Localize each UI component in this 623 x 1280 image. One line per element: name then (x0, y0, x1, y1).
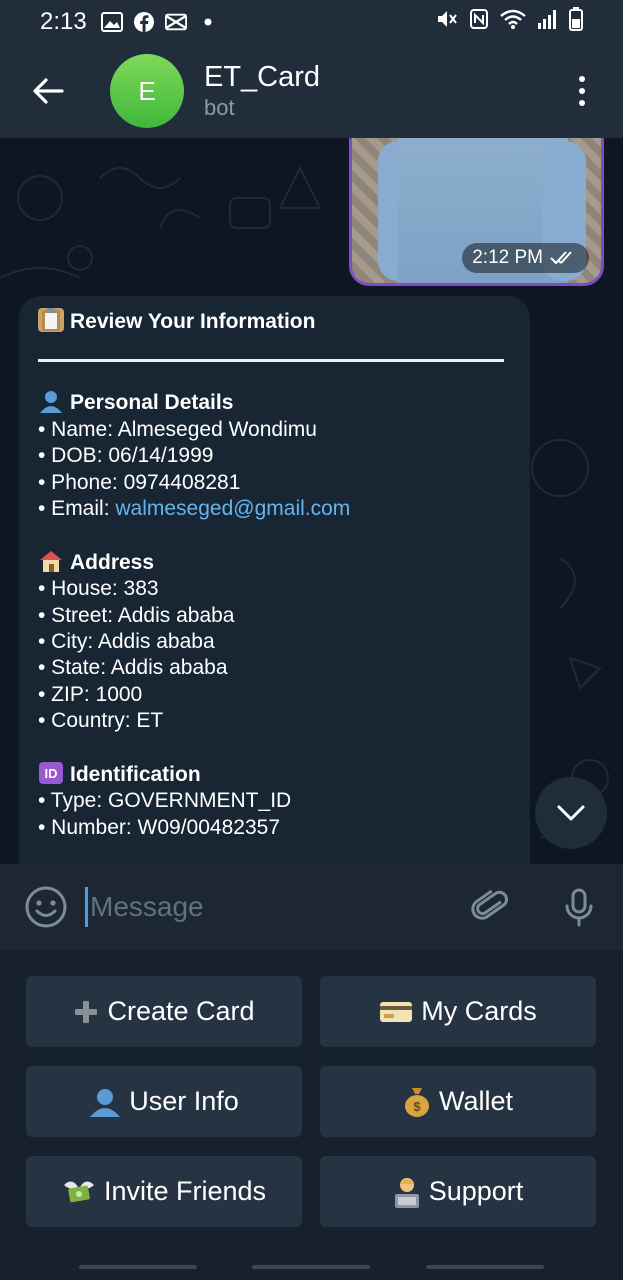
user-silhouette-icon (38, 389, 64, 414)
divider (38, 359, 504, 363)
id-number-line: • Number: W09/00482357 (38, 815, 280, 839)
section-heading: Personal Details (38, 389, 511, 416)
nav-back-button[interactable] (426, 1265, 544, 1269)
bot-keyboard: Create Card My Cards User Info $ Wallet … (0, 950, 623, 1255)
money-bag-icon: $ (404, 1087, 429, 1117)
invite-friends-label: Invite Friends (103, 1176, 267, 1206)
message-time: 2:12 PM (472, 247, 543, 268)
status-time: 2:13 (40, 8, 87, 35)
my-cards-button[interactable]: My Cards (320, 976, 596, 1047)
user-silhouette-icon (90, 1088, 121, 1117)
message-timestamp: 2:12 PM (462, 243, 589, 273)
wallet-button[interactable]: $ Wallet (320, 1066, 596, 1137)
phone-line: • Phone: 0974408281 (38, 470, 241, 494)
chat-title: ET_Card (204, 61, 321, 93)
chat-header: E ET_Card bot (0, 44, 623, 138)
email-label: • Email: (38, 497, 116, 521)
chat-title-block[interactable]: ET_Card bot (204, 60, 320, 122)
gallery-icon (100, 11, 123, 33)
street-line: • Street: Addis ababa (38, 603, 235, 627)
photo-message[interactable]: 2:12 PM (349, 138, 604, 286)
text-caret (85, 887, 88, 927)
more-dot-icon (579, 76, 585, 82)
svg-text:$: $ (413, 1099, 421, 1114)
status-bar: 2:13 (0, 0, 623, 44)
email-line: • Email: walmeseged@gmail.com (38, 496, 511, 522)
state-line: • State: Addis ababa (38, 656, 228, 680)
create-card-label: Create Card (107, 996, 255, 1026)
back-button[interactable] (24, 67, 72, 115)
signal-icon (537, 8, 559, 37)
review-message-bubble[interactable]: Review Your Information Personal Details… (19, 296, 530, 864)
id-icon: ID (38, 761, 64, 785)
message-input-bar: Message (0, 864, 623, 950)
wallet-label: Wallet (438, 1086, 513, 1116)
microphone-icon[interactable] (559, 887, 599, 927)
name-line: • Name: Almeseged Wondimu (38, 417, 317, 441)
read-check-icon (550, 251, 572, 265)
message-input[interactable]: Message (90, 891, 204, 923)
support-button[interactable]: Support (320, 1156, 596, 1227)
facebook-icon (133, 11, 155, 33)
review-title-line: Review Your Information (38, 308, 511, 335)
section-heading: Address (38, 549, 511, 576)
svg-text:ID: ID (45, 766, 58, 781)
mute-icon (435, 8, 459, 37)
emoji-icon[interactable] (24, 885, 68, 929)
user-info-button[interactable]: User Info (26, 1066, 302, 1137)
my-cards-label: My Cards (421, 996, 537, 1026)
house-line: • House: 383 (38, 577, 159, 601)
plus-icon (75, 1000, 98, 1023)
scroll-down-button[interactable] (535, 777, 607, 849)
money-with-wings-icon (63, 1180, 94, 1202)
city-line: • City: Addis ababa (38, 630, 215, 654)
address-heading: Address (70, 550, 155, 574)
nfc-icon (469, 8, 489, 37)
status-icons (435, 6, 583, 38)
review-title: Review Your Information (70, 310, 316, 333)
identification-heading: Identification (70, 763, 201, 787)
paperclip-icon[interactable] (471, 887, 511, 927)
support-label: Support (428, 1176, 524, 1206)
chat-subtitle: bot (204, 95, 235, 120)
avatar[interactable]: E (110, 54, 184, 128)
id-type-line: • Type: GOVERNMENT_ID (38, 789, 292, 813)
clipboard-icon (38, 308, 64, 332)
house-icon (38, 549, 64, 573)
credit-card-icon (380, 1001, 413, 1022)
more-menu-button[interactable] (567, 67, 597, 115)
technologist-icon (394, 1177, 419, 1208)
more-dot-icon (579, 88, 585, 94)
section-heading: ID Identification (38, 761, 511, 788)
dot-icon (197, 11, 219, 33)
battery-icon (569, 6, 583, 38)
avatar-letter: E (138, 75, 156, 106)
nav-recent-button[interactable] (79, 1265, 197, 1269)
chevron-down-icon (557, 805, 585, 821)
wifi-icon (499, 8, 527, 37)
system-navigation-bar (0, 1255, 623, 1280)
create-card-button[interactable]: Create Card (26, 976, 302, 1047)
country-line: • Country: ET (38, 709, 164, 733)
nav-home-button[interactable] (252, 1265, 370, 1269)
zip-line: • ZIP: 1000 (38, 682, 143, 706)
back-arrow-icon (33, 78, 64, 104)
more-dot-icon (579, 100, 585, 106)
invite-friends-button[interactable]: Invite Friends (26, 1156, 302, 1227)
chat-area[interactable]: 2:12 PM Review Your Information Personal… (0, 138, 623, 864)
email-link[interactable]: walmeseged@gmail.com (115, 497, 350, 520)
dob-line: • DOB: 06/14/1999 (38, 444, 214, 468)
capcut-icon (164, 11, 187, 33)
user-info-label: User Info (129, 1086, 239, 1116)
personal-heading: Personal Details (70, 391, 234, 415)
